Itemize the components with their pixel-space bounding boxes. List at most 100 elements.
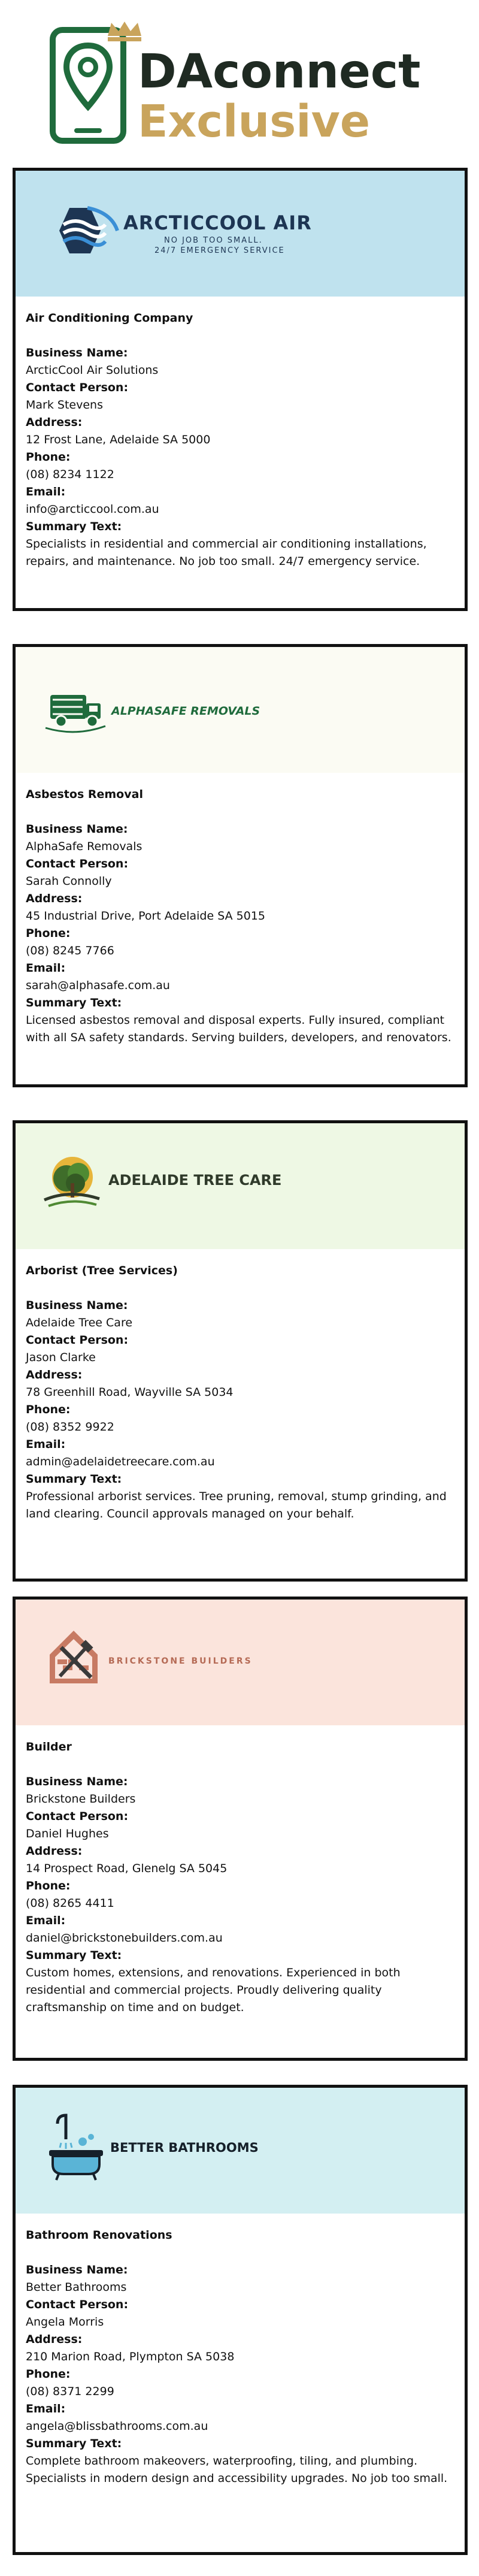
phone-value[interactable]: (08) 8265 4411 <box>26 1895 454 1912</box>
summary-label: Summary Text: <box>26 1473 122 1486</box>
summary-text: Licensed asbestos removal and disposal e… <box>26 1012 454 1047</box>
summary-line: Specialists in modern design and accessi… <box>26 2472 448 2485</box>
svg-text:BETTER BATHROOMS: BETTER BATHROOMS <box>110 2140 259 2155</box>
listing-banner: ARCTICCOOL AIR NO JOB TOO SMALL. 24/7 EM… <box>16 171 465 297</box>
listing-category: Bathroom Renovations <box>26 2229 172 2242</box>
contact-person-value: Angela Morris <box>26 2315 104 2329</box>
summary-label: Summary Text: <box>26 996 122 1009</box>
email-value[interactable]: angela@blissbathrooms.com.au <box>26 2418 454 2435</box>
better-bathrooms-logo: BETTER BATHROOMS <box>49 2114 259 2181</box>
email-label: Email: <box>26 1914 66 1927</box>
listing-banner: ALPHASAFE REMOVALS <box>16 647 465 773</box>
phone-value[interactable]: (08) 8352 9922 <box>26 1419 454 1436</box>
listing-card: BRICKSTONE BUILDERS Builder Business Nam… <box>13 1597 468 2061</box>
business-name-value: Adelaide Tree Care <box>26 1316 133 1329</box>
address-value: 210 Marion Road, Plympton SA 5038 <box>26 2350 235 2363</box>
listing-banner: BRICKSTONE BUILDERS <box>16 1600 465 1725</box>
address-label: Address: <box>26 892 83 905</box>
business-name-value: Brickstone Builders <box>26 1792 136 1806</box>
phone-value[interactable]: (08) 8234 1122 <box>26 466 454 483</box>
email-value[interactable]: admin@adelaidetreecare.com.au <box>26 1453 454 1471</box>
listing-details: Air Conditioning Company Business Name: … <box>16 297 465 570</box>
alphasafe-logo: ALPHASAFE REMOVALS <box>45 695 260 733</box>
email-label: Email: <box>26 485 66 498</box>
email-label: Email: <box>26 962 66 975</box>
phone-value[interactable]: (08) 8371 2299 <box>26 2383 454 2400</box>
listing-details: Arborist (Tree Services) Business Name: … <box>16 1249 465 1523</box>
email-value[interactable]: sarah@alphasafe.com.au <box>26 977 454 994</box>
business-name-label: Business Name: <box>26 823 128 836</box>
business-name-value: AlphaSafe Removals <box>26 840 143 853</box>
summary-line: Licensed asbestos removal and disposal e… <box>26 1014 445 1027</box>
brickstone-logo: BRICKSTONE BUILDERS <box>50 1631 253 1683</box>
daconnect-exclusive-logo: DAconnect Exclusive <box>50 22 420 147</box>
address-value: 45 Industrial Drive, Port Adelaide SA 50… <box>26 909 266 923</box>
contact-person-label: Contact Person: <box>26 1810 129 1823</box>
phone-label: Phone: <box>26 927 71 940</box>
contact-person-value: Mark Stevens <box>26 398 103 412</box>
svg-text:24/7 EMERGENCY SERVICE: 24/7 EMERGENCY SERVICE <box>154 246 285 255</box>
summary-label: Summary Text: <box>26 1949 122 1962</box>
summary-line: with all SA safety standards. Serving bu… <box>26 1031 451 1044</box>
brand-name-line1: DAconnect <box>138 45 420 99</box>
business-name-label: Business Name: <box>26 346 128 359</box>
listing-category: Arborist (Tree Services) <box>26 1264 178 1277</box>
phone-label: Phone: <box>26 451 71 464</box>
listing-banner: ADELAIDE TREE CARE <box>16 1123 465 1249</box>
contact-person-label: Contact Person: <box>26 2298 129 2311</box>
summary-line: Professional arborist services. Tree pru… <box>26 1490 447 1503</box>
arcticcool-logo: ARCTICCOOL AIR NO JOB TOO SMALL. 24/7 EM… <box>59 206 312 255</box>
summary-line: residential and commercial projects. Pro… <box>26 1984 382 1997</box>
summary-line: Complete bathroom makeovers, waterproofi… <box>26 2454 418 2468</box>
svg-text:ARCTICCOOL AIR: ARCTICCOOL AIR <box>123 211 312 234</box>
address-value: 12 Frost Lane, Adelaide SA 5000 <box>26 433 211 446</box>
page-header: DAconnect Exclusive <box>0 0 479 174</box>
address-value: 14 Prospect Road, Glenelg SA 5045 <box>26 1862 228 1875</box>
phone-label: Phone: <box>26 1879 71 1892</box>
listing-card: ADELAIDE TREE CARE Arborist (Tree Servic… <box>13 1120 468 1582</box>
svg-text:BRICKSTONE BUILDERS: BRICKSTONE BUILDERS <box>108 1656 253 1666</box>
summary-line: craftsmanship on time and on budget. <box>26 2001 244 2014</box>
business-name-value: Better Bathrooms <box>26 2281 127 2294</box>
phone-value[interactable]: (08) 8245 7766 <box>26 942 454 960</box>
listing-card: ALPHASAFE REMOVALS Asbestos Removal Busi… <box>13 644 468 1087</box>
contact-person-label: Contact Person: <box>26 381 129 394</box>
business-name-value: ArcticCool Air Solutions <box>26 364 159 377</box>
listing-card: ARCTICCOOL AIR NO JOB TOO SMALL. 24/7 EM… <box>13 168 468 611</box>
contact-person-label: Contact Person: <box>26 1334 129 1347</box>
email-label: Email: <box>26 2402 66 2415</box>
summary-line: repairs, and maintenance. No job too sma… <box>26 555 420 568</box>
address-label: Address: <box>26 416 83 429</box>
summary-text: Custom homes, extensions, and renovation… <box>26 1964 454 2016</box>
listing-category: Air Conditioning Company <box>26 312 193 325</box>
summary-text: Professional arborist services. Tree pru… <box>26 1488 454 1523</box>
business-name-label: Business Name: <box>26 2263 128 2276</box>
phone-label: Phone: <box>26 1403 71 1416</box>
listing-card: BETTER BATHROOMS Bathroom Renovations Bu… <box>13 2085 468 2555</box>
address-label: Address: <box>26 1845 83 1858</box>
listing-details: Bathroom Renovations Business Name: Bett… <box>16 2214 465 2487</box>
summary-line: land clearing. Council approvals managed… <box>26 1507 354 1520</box>
summary-text: Specialists in residential and commercia… <box>26 536 454 570</box>
svg-text:ADELAIDE TREE CARE: ADELAIDE TREE CARE <box>108 1172 281 1189</box>
listing-category: Asbestos Removal <box>26 788 143 801</box>
adelaide-tree-care-logo: ADELAIDE TREE CARE <box>44 1157 281 1207</box>
svg-text:NO JOB TOO SMALL.: NO JOB TOO SMALL. <box>164 236 263 245</box>
brand-name-line2: Exclusive <box>138 96 370 147</box>
business-name-label: Business Name: <box>26 1299 128 1312</box>
contact-person-value: Jason Clarke <box>26 1351 96 1364</box>
contact-person-value: Sarah Connolly <box>26 875 112 888</box>
summary-label: Summary Text: <box>26 520 122 533</box>
listing-details: Builder Business Name: Brickstone Builde… <box>16 1725 465 2016</box>
svg-text:ALPHASAFE REMOVALS: ALPHASAFE REMOVALS <box>110 705 260 718</box>
phone-label: Phone: <box>26 2368 71 2381</box>
listing-details: Asbestos Removal Business Name: AlphaSaf… <box>16 773 465 1047</box>
contact-person-value: Daniel Hughes <box>26 1827 109 1840</box>
address-value: 78 Greenhill Road, Wayville SA 5034 <box>26 1386 234 1399</box>
business-name-label: Business Name: <box>26 1775 128 1788</box>
summary-text: Complete bathroom makeovers, waterproofi… <box>26 2453 454 2487</box>
listing-category: Builder <box>26 1740 72 1753</box>
email-value[interactable]: info@arcticcool.com.au <box>26 501 454 518</box>
listing-banner: BETTER BATHROOMS <box>16 2088 465 2214</box>
email-value[interactable]: daniel@brickstonebuilders.com.au <box>26 1930 454 1947</box>
